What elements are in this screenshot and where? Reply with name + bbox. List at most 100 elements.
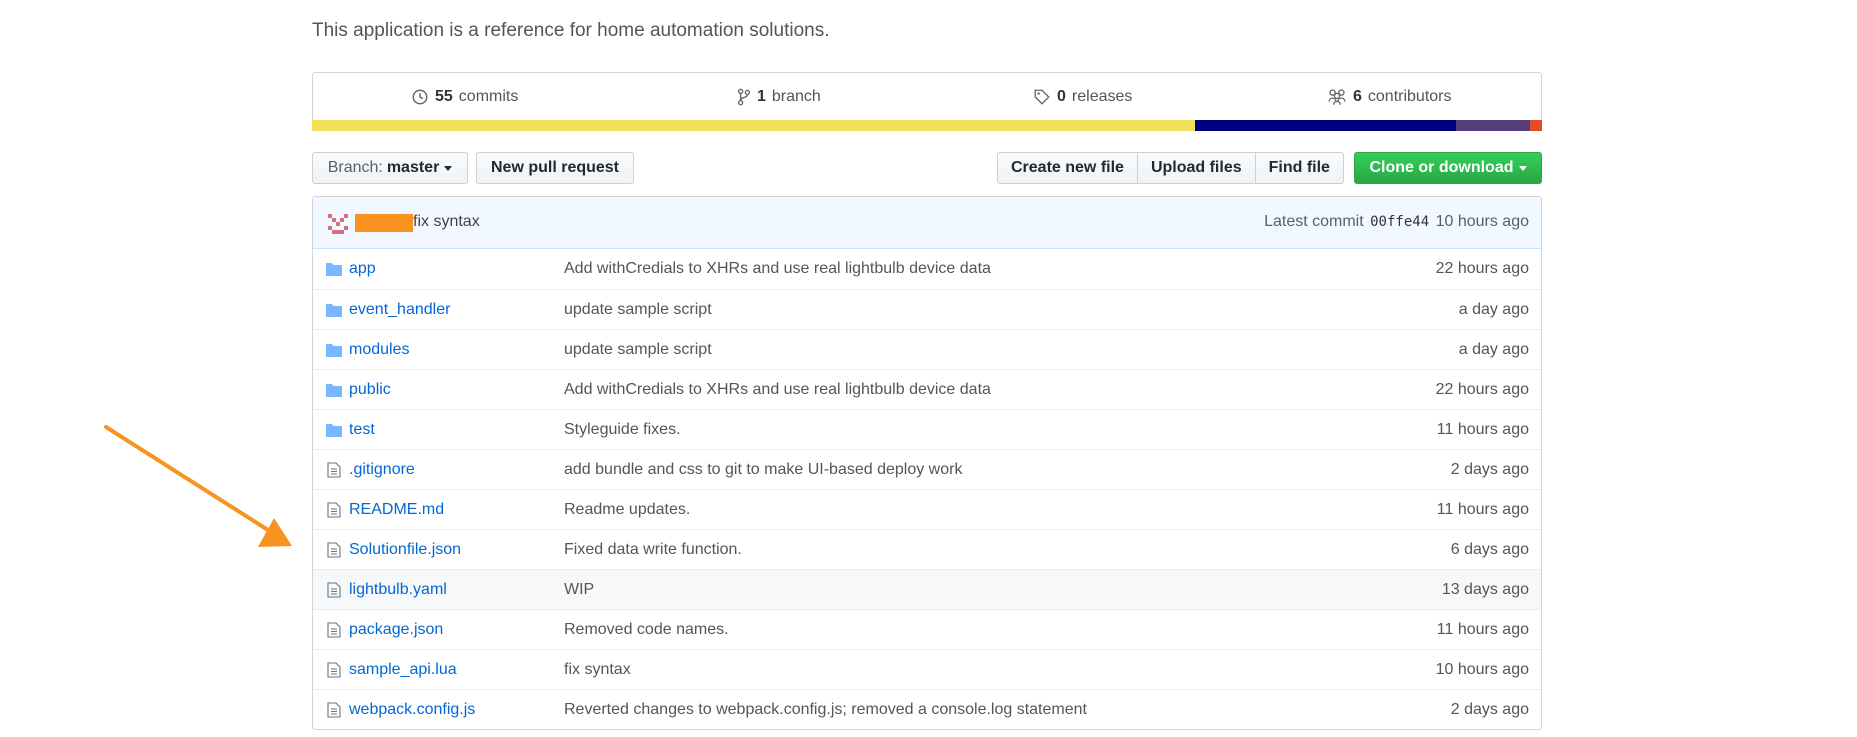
table-row: lightbulb.yaml WIP 13 days ago (313, 569, 1541, 609)
file-name-link[interactable]: .gitignore (349, 461, 415, 479)
commit-age: a day ago (1458, 301, 1529, 318)
commit-message-link[interactable]: WIP (564, 581, 594, 599)
commit-message-link[interactable]: Reverted changes to webpack.config.js; r… (564, 701, 1087, 719)
commit-age: 10 hours ago (1435, 661, 1529, 678)
file-icon (325, 662, 343, 678)
create-new-file-button[interactable]: Create new file (997, 152, 1138, 184)
folder-icon (325, 302, 343, 318)
folder-icon (325, 382, 343, 398)
table-row: public Add withCredials to XHRs and use r… (313, 369, 1541, 409)
git-branch-icon (737, 88, 751, 106)
file-actions-group: Create new file Upload files Find file (997, 152, 1344, 184)
clone-or-download-button[interactable]: Clone or download (1354, 152, 1542, 184)
commit-message-link[interactable]: update sample script (564, 341, 712, 359)
table-row: event_handler update sample script a day a… (313, 289, 1541, 329)
commit-message-link[interactable]: fix syntax (564, 661, 631, 679)
language-segment[interactable] (1455, 120, 1530, 131)
table-row: modules update sample script a day ago (313, 329, 1541, 369)
caret-down-icon (444, 165, 453, 171)
commit-age: 2 days ago (1450, 461, 1529, 478)
file-icon (325, 502, 343, 518)
file-icon (325, 622, 343, 638)
branch-prefix: Branch: (327, 159, 383, 176)
commits-label: commits (458, 88, 519, 105)
folder-icon (325, 342, 343, 358)
commit-age: 22 hours ago (1435, 260, 1529, 277)
latest-commit-age: 10 hours ago (1435, 213, 1529, 230)
language-bar[interactable] (312, 120, 1542, 131)
table-row: webpack.config.js Reverted changes to web… (313, 689, 1541, 729)
file-name-link[interactable]: public (349, 381, 391, 399)
commits-link[interactable]: 55 commits (411, 88, 518, 106)
commit-message-link[interactable]: add bundle and css to git to make UI-bas… (564, 461, 962, 479)
contributors-link[interactable]: 6 contributors (1327, 88, 1452, 106)
file-name-link[interactable]: event_handler (349, 301, 450, 319)
history-icon (412, 89, 428, 105)
file-name-link[interactable]: sample_api.lua (349, 661, 457, 679)
branches-label: branch (771, 88, 821, 105)
avatar[interactable] (327, 214, 349, 234)
file-name-link[interactable]: Solutionfile.json (349, 541, 461, 559)
file-name-link[interactable]: webpack.config.js (349, 701, 475, 719)
file-name-link[interactable]: test (349, 421, 375, 439)
commit-age: 11 hours ago (1436, 621, 1529, 638)
commit-age: 11 hours ago (1436, 421, 1529, 438)
table-row: package.json Removed code names. 11 hours … (313, 609, 1541, 649)
contributors-label: contributors (1367, 88, 1452, 105)
table-row: test Styleguide fixes. 11 hours ago (313, 409, 1541, 449)
file-name-link[interactable]: app (349, 260, 376, 278)
file-icon (325, 542, 343, 558)
language-segment[interactable] (312, 120, 1196, 131)
releases-label: releases (1071, 88, 1133, 105)
branch-select-button[interactable]: Branch: master (312, 152, 468, 184)
commit-message-link[interactable]: Styleguide fixes. (564, 421, 681, 439)
branches-link[interactable]: 1 branch (737, 88, 821, 106)
repo-description: This application is a reference for home… (312, 20, 830, 41)
file-icon (325, 702, 343, 718)
commit-message-link[interactable]: Fixed data write function. (564, 541, 742, 559)
file-icon (325, 462, 343, 478)
language-segment[interactable] (1529, 120, 1542, 131)
file-icon (325, 582, 343, 598)
releases-count: 0 (1057, 88, 1066, 105)
commits-count: 55 (435, 88, 453, 105)
language-segment[interactable] (1195, 120, 1456, 131)
commit-message-link[interactable]: update sample script (564, 301, 712, 319)
new-pull-request-button[interactable]: New pull request (476, 152, 634, 184)
file-name-link[interactable]: lightbulb.yaml (349, 581, 447, 599)
file-name-link[interactable]: README.md (349, 501, 444, 519)
find-file-button[interactable]: Find file (1254, 152, 1344, 184)
organization-icon (1328, 89, 1346, 105)
commit-age: 22 hours ago (1435, 381, 1529, 398)
file-list: app Add withCredials to XHRs and use real… (313, 249, 1541, 729)
commit-message-link[interactable]: Add withCredials to XHRs and use real li… (564, 260, 991, 278)
commit-age: 2 days ago (1450, 701, 1529, 718)
branches-count: 1 (757, 88, 766, 105)
table-row: .gitignore add bundle and css to git to m… (313, 449, 1541, 489)
folder-icon (325, 422, 343, 438)
commit-age: a day ago (1458, 341, 1529, 358)
latest-commit-prefix: Latest commit (1264, 213, 1364, 230)
releases-link[interactable]: 0 releases (1033, 88, 1132, 106)
latest-commit-sha[interactable]: 00ffe44 (1370, 214, 1429, 230)
commit-message-link[interactable]: Removed code names. (564, 621, 729, 639)
latest-commit-info: Latest commit 00ffe44 10 hours ago (1264, 213, 1529, 231)
clone-label: Clone or download (1369, 159, 1514, 176)
file-name-link[interactable]: modules (349, 341, 409, 359)
latest-commit-bar: fix syntax Latest commit 00ffe44 10 hour… (313, 197, 1541, 249)
upload-files-button[interactable]: Upload files (1136, 152, 1256, 184)
contributors-count: 6 (1353, 88, 1362, 105)
redacted-author (355, 214, 413, 232)
folder-icon (325, 261, 343, 277)
tag-icon (1034, 89, 1050, 105)
commit-message-link[interactable]: Add withCredials to XHRs and use real li… (564, 381, 991, 399)
file-table: fix syntax Latest commit 00ffe44 10 hour… (312, 196, 1542, 730)
commit-age: 6 days ago (1450, 541, 1529, 558)
commit-message-link[interactable]: Readme updates. (564, 501, 690, 519)
caret-down-icon (1518, 165, 1527, 171)
latest-commit-message[interactable]: fix syntax (413, 213, 480, 231)
table-row: README.md Readme updates. 11 hours ago (313, 489, 1541, 529)
table-row: app Add withCredials to XHRs and use real… (313, 249, 1541, 289)
file-name-link[interactable]: package.json (349, 621, 443, 639)
table-row: Solutionfile.json Fixed data write functi… (313, 529, 1541, 569)
